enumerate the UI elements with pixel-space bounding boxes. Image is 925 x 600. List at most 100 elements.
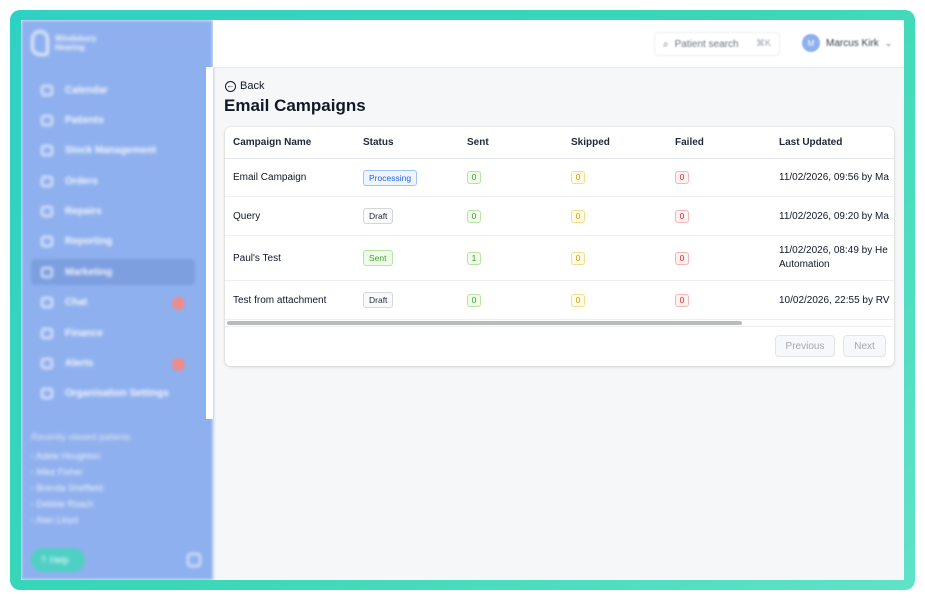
sidebar-item-stock-management[interactable]: Stock Management (31, 138, 195, 164)
table-header: Campaign Name Status Sent Skipped Failed… (225, 127, 894, 159)
campaign-name-cell[interactable]: Paul's Test (225, 253, 363, 264)
campaigns-card: Campaign Name Status Sent Skipped Failed… (225, 127, 894, 366)
column-header-campaign-name[interactable]: Campaign Name (225, 137, 363, 148)
next-page-button[interactable]: Next (843, 335, 886, 357)
failed-cell: 0 (675, 209, 779, 223)
sidebar-item-alerts[interactable]: Alerts (31, 351, 195, 377)
calendar-icon (41, 84, 53, 96)
campaign-name-cell[interactable]: Query (225, 211, 363, 222)
back-link[interactable]: ← Back (225, 80, 264, 92)
chat-icon (41, 297, 53, 309)
finance-icon (41, 327, 53, 339)
sidebar-item-organisation-settings[interactable]: Organisation Settings (31, 381, 195, 407)
sidebar-item-label: Repairs (65, 206, 102, 218)
failed-cell: 0 (675, 171, 779, 184)
search-shortcut: ⌘K (755, 38, 771, 48)
top-bar: ⌕ Patient search ⌘K M Marcus Kirk ⌄ (213, 20, 904, 68)
sidebar-item-repairs[interactable]: Repairs (31, 199, 195, 225)
sidebar-item-marketing[interactable]: Marketing (31, 259, 195, 286)
table-body: Email Campaign Processing 0 0 0 11/02/2026, 0… (225, 159, 894, 320)
skipped-count-badge: 0 (571, 209, 585, 223)
sidebar-item-patients[interactable]: Patients (31, 107, 195, 133)
sent-cell: 0 (467, 209, 571, 223)
table-row[interactable]: Paul's Test Sent 1 0 0 11/02/2026, 08:49 by H… (225, 236, 894, 281)
sidebar-item-label: Marketing (65, 266, 113, 278)
status-cell: Sent (363, 250, 467, 266)
status-badge: Draft (363, 292, 394, 308)
collapse-sidebar-icon[interactable] (187, 553, 201, 567)
sidebar-item-chat[interactable]: Chat (31, 290, 195, 316)
skipped-cell: 0 (571, 293, 675, 307)
status-cell: Processing (363, 169, 467, 186)
skipped-count-badge: 0 (571, 171, 585, 184)
app-window: Windsbury Hearing Calendar Patients Stock … (21, 20, 904, 580)
sidebar-scrollbar[interactable] (206, 67, 213, 419)
recent-patient-link[interactable]: - Brenda Sheffield (31, 483, 131, 499)
pager-divider (225, 326, 894, 327)
alerts-icon (41, 358, 53, 370)
sidebar-item-calendar[interactable]: Calendar (31, 77, 195, 103)
sent-count-badge: 0 (467, 209, 481, 223)
status-badge: Processing (363, 169, 418, 186)
last-updated-cell: 10/02/2026, 22:55 by RV (779, 294, 890, 306)
back-arrow-icon: ← (225, 80, 236, 92)
sidebar-item-label: Reporting (65, 236, 113, 248)
organisation-settings-icon (41, 388, 53, 400)
campaign-name-cell[interactable]: Test from attachment (225, 295, 363, 306)
recent-patient-link[interactable]: - Alan Lloyd (31, 515, 131, 531)
failed-cell: 0 (675, 293, 779, 307)
patients-icon (41, 114, 53, 126)
skipped-count-badge: 0 (571, 251, 585, 265)
status-cell: Draft (363, 292, 467, 308)
status-badge: Draft (363, 208, 394, 224)
column-header-skipped[interactable]: Skipped (571, 137, 675, 148)
chevron-down-icon: ⌄ (884, 37, 893, 48)
marketing-icon (41, 266, 53, 278)
recent-patient-link[interactable]: - Debbie Roach (31, 499, 131, 515)
patient-search[interactable]: ⌕ Patient search ⌘K (654, 32, 780, 56)
last-updated-cell: 11/02/2026, 09:56 by Ma (779, 172, 889, 183)
repairs-icon (41, 206, 53, 218)
sent-cell: 0 (467, 171, 571, 184)
column-header-failed[interactable]: Failed (675, 137, 779, 148)
search-icon: ⌕ (663, 38, 669, 50)
recent-patient-link[interactable]: - Mike Fisher (31, 467, 131, 483)
status-cell: Draft (363, 208, 467, 224)
sidebar-item-label: Orders (65, 175, 98, 187)
table-row[interactable]: Query Draft 0 0 0 11/02/2026, 09:20 by Ma (225, 197, 894, 236)
sidebar-item-label: Organisation Settings (65, 388, 169, 400)
sidebar-nav: Calendar Patients Stock Management Orders Re… (31, 77, 195, 411)
brand-name-line1: Windsbury (55, 34, 97, 43)
sidebar-item-label: Finance (65, 327, 103, 339)
sidebar-item-label: Patients (65, 114, 104, 126)
skipped-cell: 0 (571, 251, 675, 265)
column-header-status[interactable]: Status (363, 137, 467, 148)
failed-count-badge: 0 (675, 251, 689, 265)
help-button[interactable]: ? Help (31, 548, 85, 572)
back-label: Back (240, 80, 265, 92)
recent-patient-link[interactable]: - Adele Houghton (31, 451, 131, 467)
sidebar-item-reporting[interactable]: Reporting (31, 229, 195, 255)
column-header-sent[interactable]: Sent (467, 137, 571, 148)
last-updated-cell: 11/02/2026, 08:49 by He Automation (779, 245, 888, 270)
notification-badge (172, 296, 185, 310)
brand-logo[interactable]: Windsbury Hearing (31, 30, 96, 56)
sidebar-item-orders[interactable]: Orders (31, 168, 195, 194)
sidebar-item-finance[interactable]: Finance (31, 320, 195, 346)
stock-management-icon (41, 145, 53, 157)
sent-count-badge: 0 (467, 293, 481, 307)
sidebar-item-label: Calendar (65, 84, 108, 96)
ear-logo-icon (31, 30, 49, 56)
user-menu[interactable]: M Marcus Kirk ⌄ (802, 34, 892, 52)
table-horizontal-scrollbar[interactable] (227, 321, 742, 325)
column-header-last-updated[interactable]: Last Updated (779, 137, 894, 148)
sent-count-badge: 0 (467, 171, 481, 184)
campaign-name-cell[interactable]: Email Campaign (225, 172, 363, 183)
failed-count-badge: 0 (675, 209, 689, 223)
brand-name-line2: Hearing (55, 43, 85, 52)
skipped-count-badge: 0 (571, 293, 585, 307)
table-row[interactable]: Test from attachment Draft 0 0 0 10/02/2026, … (225, 281, 894, 320)
table-row[interactable]: Email Campaign Processing 0 0 0 11/02/2026, 0… (225, 159, 894, 197)
previous-page-button[interactable]: Previous (775, 335, 835, 357)
avatar: M (802, 34, 820, 52)
